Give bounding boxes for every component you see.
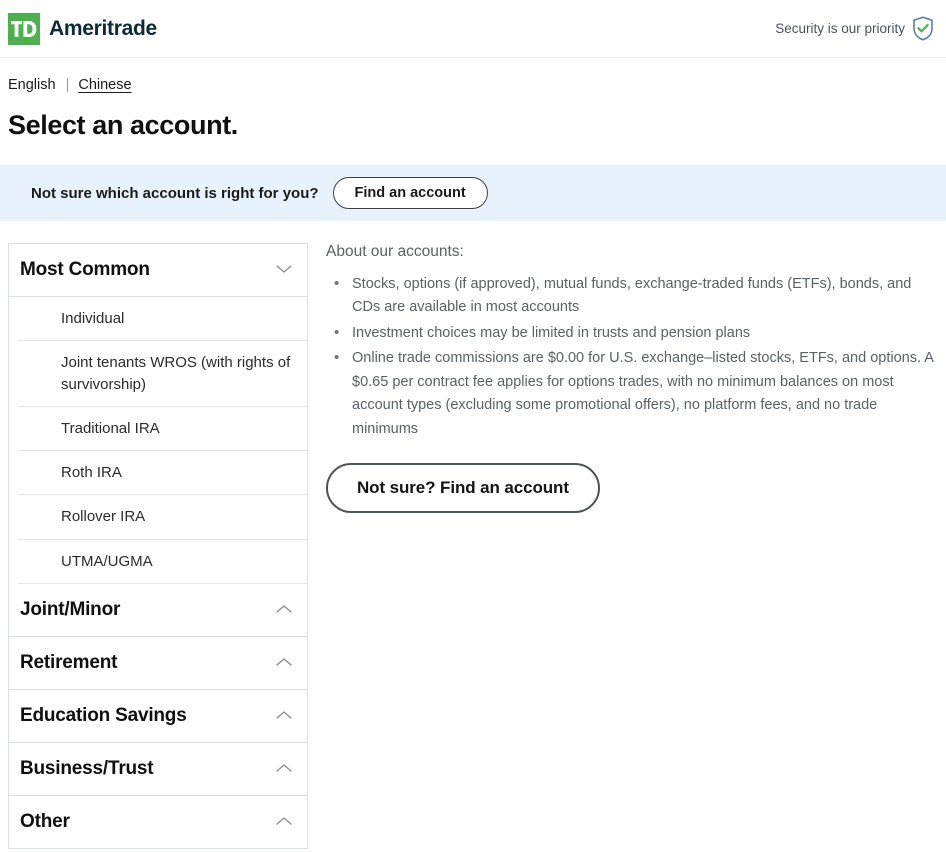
chevron-up-icon [276, 813, 292, 831]
language-option-english[interactable]: English [8, 77, 56, 93]
accordion-header-education-savings[interactable]: Education Savings [9, 690, 307, 744]
find-account-banner: Not sure which account is right for you?… [0, 165, 946, 221]
accordion-title: Most Common [20, 259, 150, 280]
about-accounts-panel: About our accounts: Stocks, options (if … [308, 243, 946, 514]
accordion-title: Joint/Minor [20, 599, 121, 621]
site-header: Ameritrade Security is our priority [0, 0, 946, 58]
chevron-up-icon [276, 707, 292, 725]
account-type-option[interactable]: UTMA/UGMA [18, 540, 307, 585]
chevron-up-icon [276, 654, 292, 672]
accordion-header-retirement[interactable]: Retirement [9, 637, 307, 691]
brand-name: Ameritrade [49, 16, 157, 40]
about-bullet: Stocks, options (if approved), mutual fu… [334, 272, 934, 320]
accordion-header-business-trust[interactable]: Business/Trust [9, 743, 307, 797]
account-type-option[interactable]: Individual [18, 297, 307, 342]
td-logo-icon [8, 12, 40, 45]
language-option-chinese[interactable]: Chinese [78, 77, 131, 93]
about-bullet-list: Stocks, options (if approved), mutual fu… [326, 272, 934, 441]
main-content: Most Common Individual Joint tenants WROS … [0, 221, 946, 850]
banner-prompt-text: Not sure which account is right for you? [31, 184, 319, 202]
accordion-title: Other [20, 811, 70, 833]
language-selector: English | Chinese [0, 58, 946, 93]
about-bullet: Investment choices may be limited in tru… [334, 321, 934, 346]
chevron-up-icon [276, 760, 292, 778]
account-type-option[interactable]: Traditional IRA [18, 407, 307, 452]
shield-check-icon [912, 16, 934, 41]
accordion-title: Retirement [20, 652, 118, 674]
security-badge: Security is our priority [775, 16, 934, 41]
accordion-header-other[interactable]: Other [9, 796, 307, 850]
account-type-option[interactable]: Rollover IRA [18, 495, 307, 540]
account-type-accordion: Most Common Individual Joint tenants WROS … [8, 243, 308, 850]
about-heading: About our accounts: [326, 243, 464, 260]
brand-logo[interactable]: Ameritrade [8, 12, 157, 45]
accordion-panel-0: Individual Joint tenants WROS (with right… [9, 297, 307, 585]
accordion-title: Business/Trust [20, 758, 154, 780]
language-separator: | [65, 77, 70, 93]
find-an-account-button[interactable]: Find an account [332, 176, 488, 210]
accordion-header-joint-minor[interactable]: Joint/Minor [9, 584, 307, 638]
about-bullet: Online trade commissions are $0.00 for U… [334, 346, 934, 441]
security-text: Security is our priority [775, 21, 905, 36]
account-type-option[interactable]: Joint tenants WROS (with rights of survi… [18, 341, 307, 407]
accordion-header-most-common[interactable]: Most Common [9, 244, 307, 297]
chevron-up-icon [276, 601, 292, 619]
account-type-option[interactable]: Roth IRA [18, 451, 307, 496]
accordion-title: Education Savings [20, 705, 187, 727]
not-sure-find-account-button[interactable]: Not sure? Find an account [326, 463, 600, 514]
page-title: Select an account. [8, 110, 238, 140]
chevron-down-icon [276, 261, 292, 279]
